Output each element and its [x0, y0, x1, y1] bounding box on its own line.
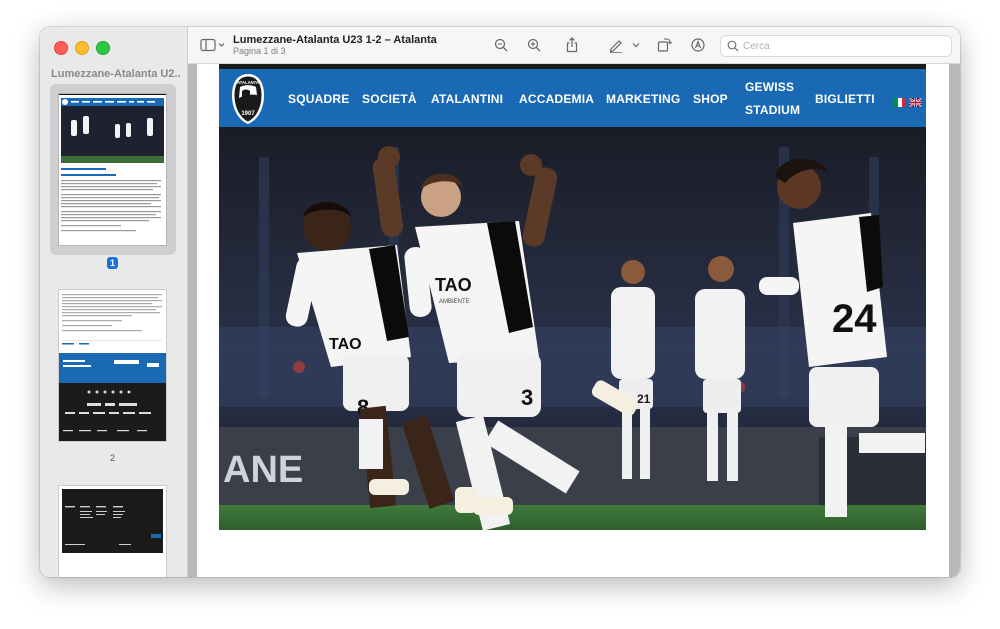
document-title: Lumezzane-Atalanta U23 1-2 – Atalanta — [233, 34, 437, 46]
sidebar-toggle-icon[interactable] — [200, 35, 226, 55]
page-number-1[interactable]: 1 — [107, 257, 118, 269]
sponsor-sub-text: AMBIENTE — [439, 299, 470, 305]
nav-squadre[interactable]: SQUADRE — [288, 92, 349, 106]
close-button[interactable] — [54, 41, 68, 55]
nav-marketing[interactable]: MARKETING — [606, 92, 680, 106]
nav-atalantini[interactable]: ATALANTINI — [431, 92, 503, 106]
pdf-page-1: ATALANTA 1907 SQUADRE SOCIETÀ ATALANTINI… — [197, 64, 949, 577]
nav-stadium[interactable]: STADIUM — [745, 103, 800, 117]
nav-biglietti[interactable]: BIGLIETTI — [815, 92, 875, 106]
match-celebration-photo: ANE 21 24 3 TAO AMBIENTE 8 TAO — [219, 127, 926, 530]
page-thumbnail-1[interactable] — [59, 94, 166, 245]
document-view[interactable]: ATALANTA 1907 SQUADRE SOCIETÀ ATALANTINI… — [188, 64, 960, 577]
nav-shop[interactable]: SHOP — [693, 92, 728, 106]
zoom-button[interactable] — [96, 41, 110, 55]
player-24-number: 24 — [832, 297, 877, 341]
sponsor-logo-text: TAO — [435, 275, 472, 295]
sponsor-logo-text-2: TAO — [329, 336, 362, 353]
markup-icon[interactable] — [606, 35, 626, 55]
minimize-button[interactable] — [75, 41, 89, 55]
page-thumbnail-3[interactable] — [59, 486, 166, 577]
atalanta-site-header: ATALANTA 1907 SQUADRE SOCIETÀ ATALANTINI… — [219, 69, 926, 127]
player-21-number: 21 — [637, 392, 651, 406]
search-placeholder: Cerca — [743, 40, 770, 52]
page-thumbnail-2[interactable] — [59, 290, 166, 441]
search-field[interactable]: Cerca — [720, 35, 952, 57]
search-icon — [727, 40, 739, 52]
sidebar-title: Lumezzane-Atalanta U2... — [51, 68, 181, 80]
page-info: Pagina 1 di 3 — [233, 46, 286, 56]
preview-window: Lumezzane-Atalanta U2... 1 2 Lumezzane-A… — [40, 27, 960, 577]
zoom-in-icon[interactable] — [524, 35, 544, 55]
annotate-icon[interactable] — [688, 35, 708, 55]
nav-gewiss[interactable]: GEWISS — [745, 80, 794, 94]
share-icon[interactable] — [562, 35, 582, 55]
page-number-2[interactable]: 2 — [102, 453, 123, 463]
board-text: ANE — [223, 449, 303, 491]
logo-year: 1907 — [241, 111, 255, 117]
logo-text: ATALANTA — [237, 80, 259, 85]
markup-dropdown-icon[interactable] — [630, 35, 642, 55]
atalanta-logo[interactable]: ATALANTA 1907 — [230, 73, 266, 125]
player-3-number: 3 — [521, 385, 533, 410]
traffic-lights — [54, 41, 110, 55]
rotate-icon[interactable] — [654, 35, 674, 55]
nav-societa[interactable]: SOCIETÀ — [362, 92, 417, 106]
toolbar: Lumezzane-Atalanta U23 1-2 – Atalanta Pa… — [188, 27, 960, 64]
thumbnail-sidebar: Lumezzane-Atalanta U2... 1 2 — [40, 27, 188, 577]
nav-accademia[interactable]: ACCADEMIA — [519, 92, 594, 106]
italian-flag-icon[interactable] — [894, 94, 906, 107]
uk-flag-icon[interactable] — [908, 94, 923, 108]
zoom-out-icon[interactable] — [491, 35, 511, 55]
